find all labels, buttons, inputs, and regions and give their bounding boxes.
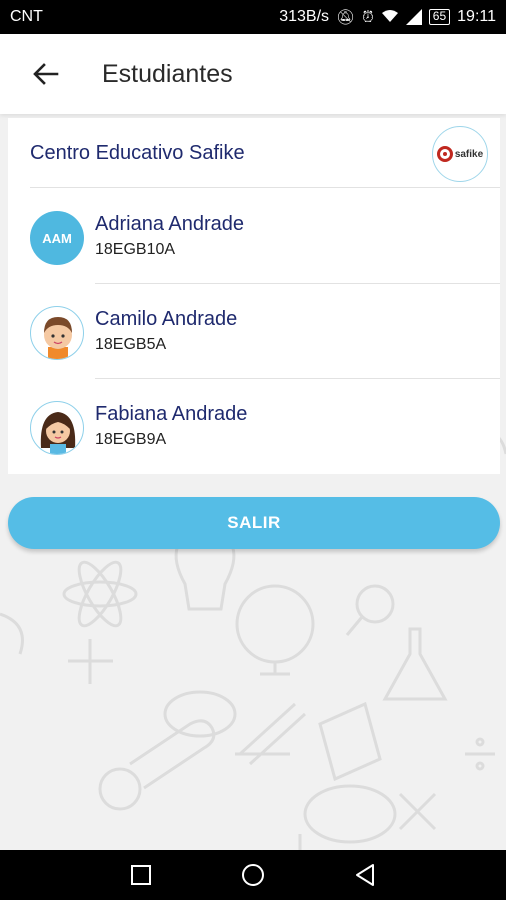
system-nav-bar <box>0 850 506 900</box>
school-name: Centro Educativo Safike <box>30 142 245 164</box>
student-code: 18EGB10A <box>95 241 176 258</box>
back-button[interactable] <box>22 50 70 98</box>
student-name: Adriana Andrade <box>95 213 245 235</box>
student-code: 18EGB9A <box>95 431 167 448</box>
school-header: Centro Educativo Safike safike <box>30 118 500 188</box>
student-code: 18EGB5A <box>95 336 167 353</box>
exit-button[interactable]: SALIR <box>8 497 500 549</box>
wifi-icon <box>381 9 399 26</box>
net-speed: 313B/s <box>279 8 330 25</box>
school-logo: safike <box>432 126 488 182</box>
student-row[interactable]: Fabiana Andrade 18EGB9A <box>8 379 500 474</box>
logo-ring-icon <box>436 146 453 162</box>
carrier-label: CNT <box>10 8 43 25</box>
home-button[interactable] <box>197 850 309 900</box>
student-name: Camilo Andrade <box>95 308 238 330</box>
square-recent-icon <box>131 865 151 885</box>
triangle-back-icon <box>356 864 374 886</box>
status-icons: 313B/s 🔕︎ ⏰︎ 65 19:11 <box>279 8 496 26</box>
student-name: Fabiana Andrade <box>95 403 248 425</box>
app-bar: Estudiantes <box>0 34 506 114</box>
student-row[interactable]: AAM Adriana Andrade 18EGB10A <box>8 189 500 284</box>
battery-icon: 65 <box>428 9 451 25</box>
signal-icon <box>405 9 422 25</box>
avatar-initials: AAM <box>30 211 84 265</box>
students-card: Centro Educativo Safike safike AAM Adria… <box>8 118 500 474</box>
boy-avatar-icon <box>30 306 84 360</box>
alarm-icon: ⏰︎ <box>362 8 374 26</box>
recent-apps-button[interactable] <box>85 850 197 900</box>
logo-text: safike <box>454 148 484 160</box>
circle-home-icon <box>242 864 264 886</box>
mute-icon: 🔕︎ <box>336 8 356 26</box>
page-title: Estudiantes <box>102 59 233 88</box>
status-bar: CNT 313B/s 🔕︎ ⏰︎ 65 19:11 <box>0 0 506 34</box>
back-nav-button[interactable] <box>309 850 421 900</box>
student-row[interactable]: Camilo Andrade 18EGB5A <box>8 284 500 379</box>
arrow-left-icon <box>33 63 59 85</box>
girl-avatar-icon <box>30 401 84 455</box>
clock: 19:11 <box>457 8 496 25</box>
